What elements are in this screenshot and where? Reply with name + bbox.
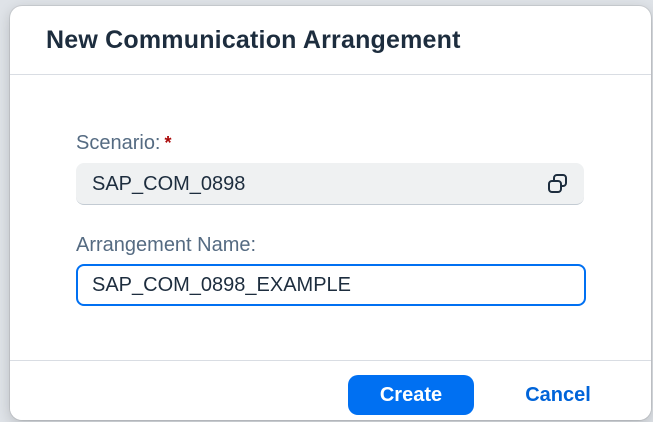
scenario-value: SAP_COM_0898 xyxy=(92,173,246,195)
scenario-label-text: Scenario: xyxy=(76,132,161,154)
dialog-header: New Communication Arrangement xyxy=(10,6,651,75)
create-button[interactable]: Create xyxy=(348,375,474,415)
dialog-footer: Create Cancel xyxy=(10,360,651,420)
arrangement-name-input[interactable] xyxy=(76,264,586,306)
cancel-button[interactable]: Cancel xyxy=(498,375,618,415)
scenario-field[interactable]: SAP_COM_0898 xyxy=(76,163,584,205)
arrangement-name-label: Arrangement Name: xyxy=(76,234,257,256)
value-help-copy-icon[interactable] xyxy=(546,173,570,195)
required-marker: * xyxy=(164,133,172,153)
scenario-label: Scenario: * xyxy=(76,132,172,155)
dialog-title: New Communication Arrangement xyxy=(46,26,461,54)
new-communication-arrangement-dialog: New Communication Arrangement Scenario: *… xyxy=(10,6,651,420)
